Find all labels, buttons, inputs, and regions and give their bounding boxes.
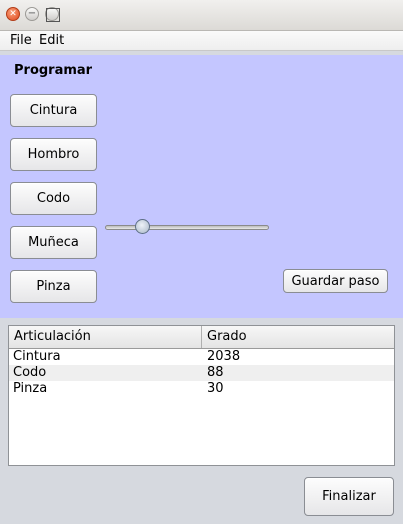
angle-slider-track[interactable] bbox=[105, 225, 269, 230]
finish-button-label: Finalizar bbox=[322, 489, 376, 504]
table-cell: 2038 bbox=[207, 349, 241, 364]
save-step-label: Guardar paso bbox=[291, 273, 380, 289]
maximize-icon bbox=[46, 8, 60, 22]
codo-button-label: Codo bbox=[36, 191, 71, 206]
table-row[interactable]: Pinza 30 bbox=[9, 381, 394, 397]
menu-file[interactable]: File bbox=[10, 33, 32, 48]
table-header: Articulación Grado bbox=[9, 326, 394, 349]
pinza-button[interactable]: Pinza bbox=[10, 270, 97, 303]
steps-table[interactable]: Articulación Grado Cintura 2038 Codo 88 … bbox=[8, 325, 395, 466]
muneca-button[interactable]: Muñeca bbox=[10, 226, 97, 259]
cintura-button-label: Cintura bbox=[29, 103, 78, 118]
codo-button[interactable]: Codo bbox=[10, 182, 97, 215]
column-header-articulacion[interactable]: Articulación bbox=[9, 326, 202, 348]
cintura-button[interactable]: Cintura bbox=[10, 94, 97, 127]
maximize-window-button[interactable] bbox=[45, 7, 60, 22]
minimize-window-button[interactable]: − bbox=[25, 7, 39, 21]
close-icon: ✕ bbox=[9, 9, 17, 19]
menu-edit[interactable]: Edit bbox=[39, 33, 64, 48]
finish-button[interactable]: Finalizar bbox=[304, 477, 394, 516]
title-bar: ✕ − bbox=[0, 0, 403, 31]
table-row[interactable]: Codo 88 bbox=[9, 365, 394, 381]
table-cell: Cintura bbox=[13, 349, 61, 364]
pinza-button-label: Pinza bbox=[36, 279, 71, 294]
column-header-grado[interactable]: Grado bbox=[202, 326, 394, 348]
hombro-button[interactable]: Hombro bbox=[10, 138, 97, 171]
panel-title: Programar bbox=[14, 63, 93, 78]
angle-slider-thumb[interactable] bbox=[135, 219, 150, 234]
table-cell: 88 bbox=[207, 365, 224, 380]
menu-bar: File Edit bbox=[0, 31, 403, 51]
table-cell: Pinza bbox=[13, 381, 48, 396]
save-step-button[interactable]: Guardar paso bbox=[283, 269, 388, 293]
minimize-icon: − bbox=[27, 8, 37, 19]
hombro-button-label: Hombro bbox=[27, 147, 80, 162]
close-window-button[interactable]: ✕ bbox=[6, 7, 20, 21]
table-cell: 30 bbox=[207, 381, 224, 396]
table-cell: Codo bbox=[13, 365, 47, 380]
muneca-button-label: Muñeca bbox=[28, 235, 79, 250]
table-row[interactable]: Cintura 2038 bbox=[9, 349, 394, 365]
